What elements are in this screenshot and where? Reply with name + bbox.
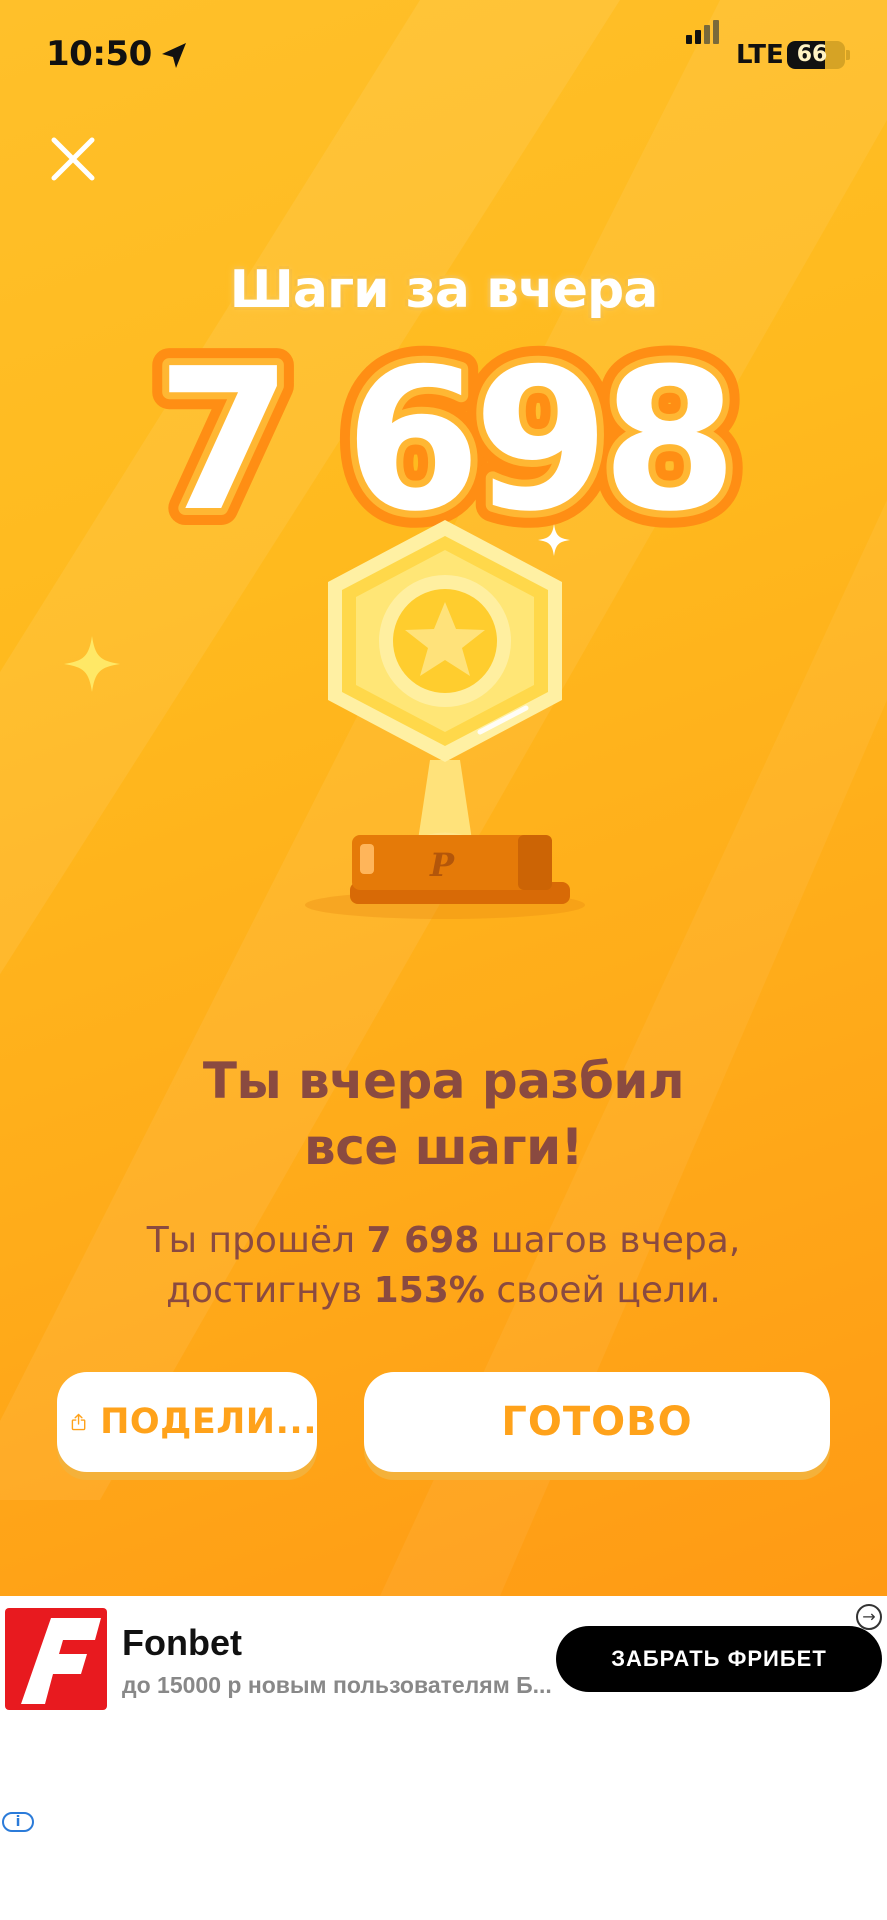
- svg-text:P: P: [429, 846, 455, 884]
- network-type: LTE: [736, 40, 784, 70]
- desc-percent: 153%: [373, 1270, 485, 1311]
- battery-icon: 66: [787, 41, 845, 69]
- done-button[interactable]: ГОТОВО: [364, 1372, 830, 1472]
- desc-text: Ты прошёл: [146, 1220, 367, 1261]
- ad-choices-arrow-icon[interactable]: →: [856, 1604, 882, 1630]
- battery-tip: [846, 50, 850, 60]
- desc-steps: 7 698: [366, 1220, 480, 1261]
- trophy-icon: P: [305, 520, 585, 919]
- ad-title: Fonbet: [122, 1622, 242, 1663]
- share-button[interactable]: ПОДЕЛИ...: [57, 1372, 317, 1472]
- desc-text: шагов вчера,: [479, 1220, 741, 1261]
- share-button-label: ПОДЕЛИ...: [100, 1402, 317, 1442]
- page-title: Шаги за вчера: [229, 260, 659, 320]
- status-time: 10:50: [46, 34, 152, 74]
- desc-text: достигнув: [166, 1270, 374, 1311]
- share-icon: [71, 1413, 86, 1431]
- info-icon[interactable]: i: [2, 1812, 34, 1832]
- location-arrow-icon: [162, 43, 186, 68]
- headline-line-1: Ты вчера разбил: [202, 1052, 685, 1110]
- sparkle-icon: [64, 636, 120, 692]
- ad-subtitle: до 15000 р новым пользователям Б...: [122, 1672, 552, 1698]
- achievement-headline: Ты вчера разбил все шаги!: [80, 1048, 807, 1180]
- battery-level: 66: [796, 42, 828, 67]
- done-button-label: ГОТОВО: [501, 1399, 693, 1445]
- achievement-screen: 10:50 LTE 66 Шаги за вчера 7 698 7 698 7…: [0, 0, 887, 1596]
- fonbet-f-icon: [21, 1618, 101, 1704]
- fonbet-logo: [5, 1608, 107, 1710]
- ad-cta-button[interactable]: ЗАБРАТЬ ФРИБЕТ: [556, 1626, 882, 1692]
- desc-text: своей цели.: [484, 1270, 721, 1311]
- achievement-description: Ты прошёл 7 698 шагов вчера, достигнув 1…: [80, 1216, 807, 1316]
- ad-banner[interactable]: Fonbet до 15000 р новым пользователям Б.…: [0, 1596, 887, 1920]
- headline-line-2: все шаги!: [304, 1118, 583, 1176]
- close-icon[interactable]: [48, 134, 98, 184]
